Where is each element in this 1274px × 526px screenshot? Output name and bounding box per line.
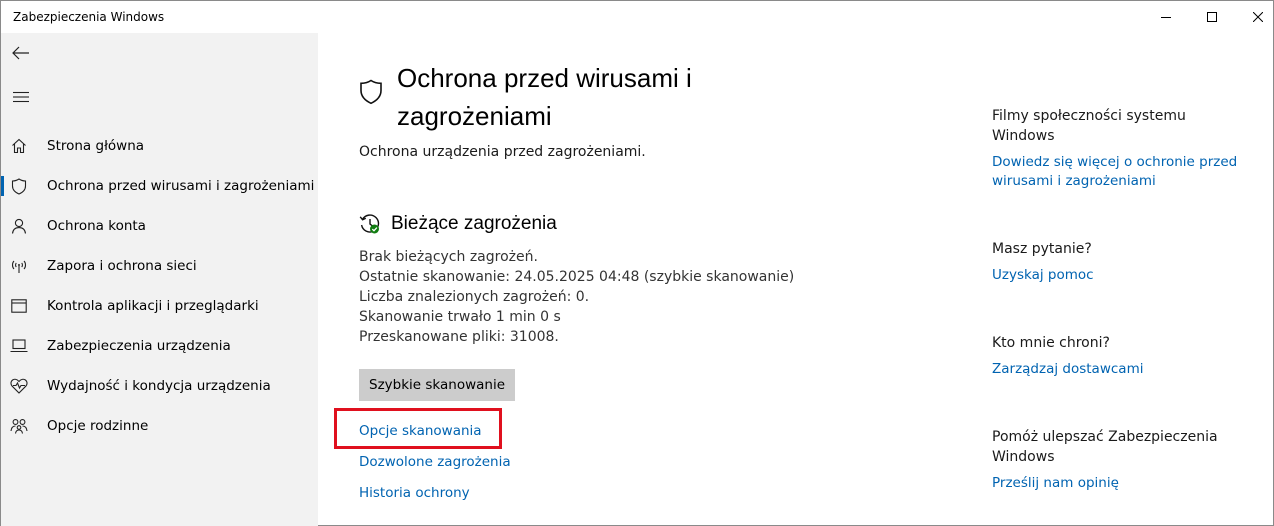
heart-pulse-icon [10,377,28,395]
sidebar-item-device-security[interactable]: Zabezpieczenia urządzenia [1,326,318,366]
back-button[interactable] [1,35,41,71]
home-icon [10,137,28,155]
close-button[interactable] [1235,1,1274,33]
shield-icon [360,79,382,105]
title-bar: Zabezpieczenia Windows [1,1,1273,33]
no-threats-text: Brak bieżących zagrożeń. [359,249,538,265]
sidebar-item-label: Strona główna [47,138,145,154]
page-subtitle: Ochrona urządzenia przed zagrożeniami. [359,144,646,160]
sidebar-item-firewall[interactable]: Zapora i ochrona sieci [1,246,318,286]
question-group: Masz pytanie? Uzyskaj pomoc [992,239,1252,285]
close-icon [1253,12,1263,22]
sidebar-item-account-protection[interactable]: Ochrona konta [1,206,318,246]
sidebar-item-label: Ochrona przed wirusami i zagrożeniami [47,178,315,194]
sidebar: Strona główna Ochrona przed wirusami i z… [1,33,318,526]
protection-history-link[interactable]: Historia ochrony [359,485,470,501]
maximize-icon [1207,12,1217,22]
sidebar-item-label: Zapora i ochrona sieci [47,258,197,274]
last-scan-text: Ostatnie skanowanie: 24.05.2025 04:48 (s… [359,269,795,285]
scan-options-link[interactable]: Opcje skanowania [359,423,482,439]
page-title: Ochrona przed wirusami i zagrożeniami [397,63,692,131]
threats-found-text: Liczba znalezionych zagrożeń: 0. [359,289,590,305]
wifi-antenna-icon [10,257,28,275]
quick-scan-button[interactable]: Szybkie skanowanie [359,369,516,401]
minimize-icon [1161,17,1171,18]
minimize-button[interactable] [1143,1,1189,33]
sidebar-item-family-options[interactable]: Opcje rodzinne [1,406,318,446]
manage-providers-link[interactable]: Zarządzaj dostawcami [992,360,1252,379]
browser-window-icon [10,297,28,315]
sidebar-item-app-browser-control[interactable]: Kontrola aplikacji i przeglądarki [1,286,318,326]
scan-status-list: Brak bieżących zagrożeń. Ostatnie skanow… [359,247,794,347]
community-videos-heading: Filmy społeczności systemu Windows [992,108,1186,144]
person-icon [10,217,28,235]
sidebar-item-virus-protection[interactable]: Ochrona przed wirusami i zagrożeniami [1,166,318,206]
allowed-threats-link[interactable]: Dozwolone zagrożenia [359,454,511,470]
community-videos-group: Filmy społeczności systemu Windows Dowie… [992,106,1252,191]
hamburger-menu-button[interactable] [1,79,41,115]
learn-more-link[interactable]: Dowiedz się więcej o ochronie przed wiru… [992,153,1252,191]
sidebar-item-label: Opcje rodzinne [47,418,149,434]
scan-history-clock-icon [359,214,380,234]
sidebar-item-label: Wydajność i kondycja urządzenia [47,378,271,394]
main-content: Ochrona przed wirusami i zagrożeniami Oc… [319,33,949,526]
scan-duration-text: Skanowanie trwało 1 min 0 s [359,309,561,325]
sidebar-item-home[interactable]: Strona główna [1,126,318,166]
maximize-button[interactable] [1189,1,1235,33]
shield-icon [10,177,28,195]
get-help-link[interactable]: Uzyskaj pomoc [992,266,1252,285]
send-feedback-link[interactable]: Prześlij nam opinię [992,474,1252,493]
feedback-group: Pomóż ulepszać Zabezpieczenia Windows Pr… [992,427,1252,493]
who-protects-heading: Kto mnie chroni? [992,335,1110,351]
feedback-heading: Pomóż ulepszać Zabezpieczenia Windows [992,429,1218,465]
question-heading: Masz pytanie? [992,241,1092,257]
sidebar-item-label: Zabezpieczenia urządzenia [47,338,231,354]
hamburger-icon [13,91,29,103]
who-protects-group: Kto mnie chroni? Zarządzaj dostawcami [992,333,1252,379]
files-scanned-text: Przeskanowane pliki: 31008. [359,329,559,345]
family-icon [10,417,28,435]
sidebar-item-device-performance[interactable]: Wydajność i kondycja urządzenia [1,366,318,406]
laptop-icon [10,337,28,355]
app-window: Zabezpieczenia Windows Strona główna Och… [0,0,1274,526]
back-arrow-icon [12,46,29,60]
sidebar-item-label: Ochrona konta [47,218,146,234]
current-threats-title: Bieżące zagrożenia [391,213,557,234]
sidebar-nav: Strona główna Ochrona przed wirusami i z… [1,126,318,446]
sidebar-item-label: Kontrola aplikacji i przeglądarki [47,298,259,314]
window-title: Zabezpieczenia Windows [13,10,165,24]
